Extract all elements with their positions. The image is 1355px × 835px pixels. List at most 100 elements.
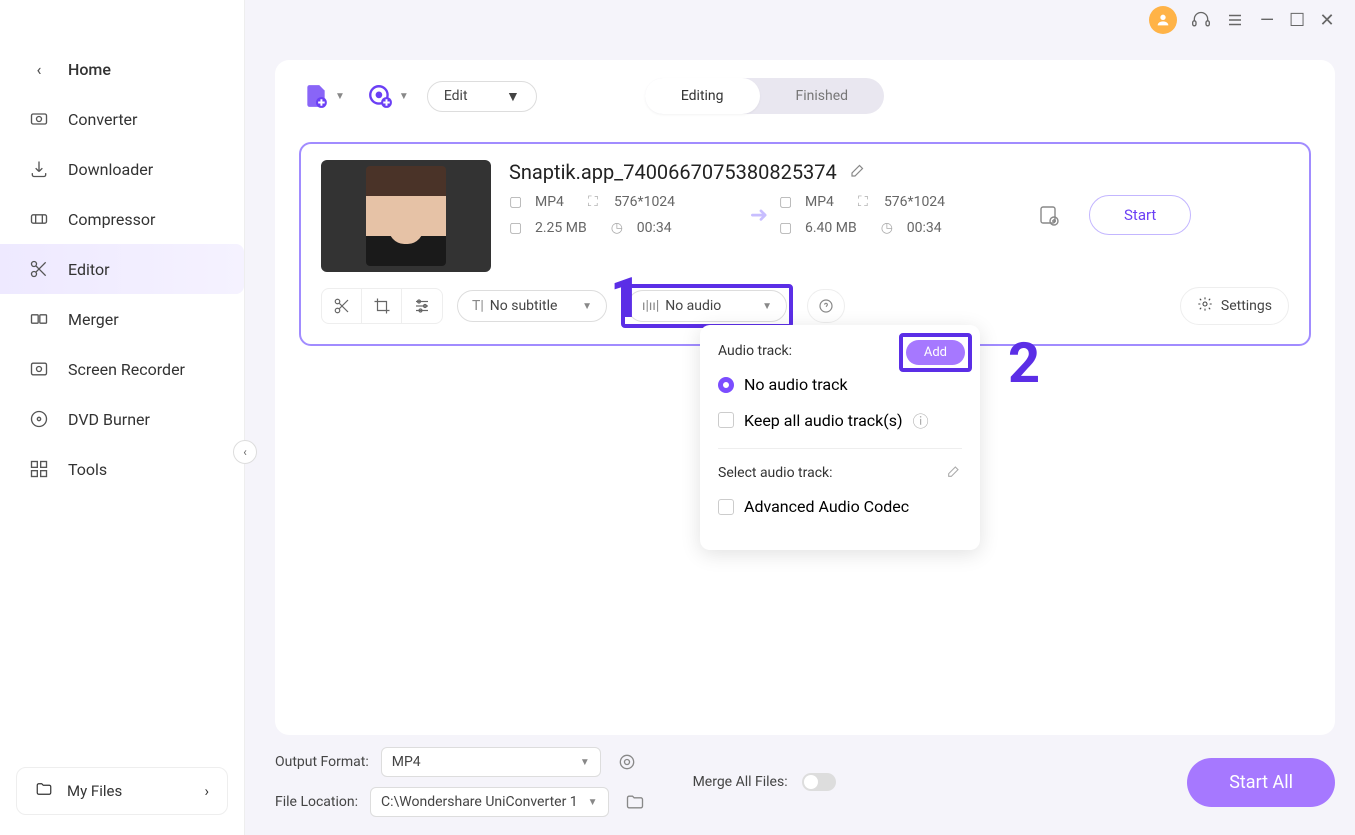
item-settings-button[interactable]: Settings bbox=[1180, 287, 1289, 325]
audio-track-label: Audio track: bbox=[718, 343, 792, 359]
advanced-audio-checkbox[interactable]: Advanced Audio Codec bbox=[718, 497, 962, 516]
avatar[interactable] bbox=[1149, 6, 1177, 34]
open-folder-button[interactable] bbox=[621, 788, 649, 816]
file-item: Snaptik.app_7400667075380825374 ▢MP4 ⛶57… bbox=[299, 142, 1311, 346]
menu-icon[interactable] bbox=[1225, 10, 1245, 30]
chevron-down-icon: ▼ bbox=[335, 91, 345, 102]
trim-button[interactable] bbox=[322, 289, 362, 323]
resolution-icon: ⛶ bbox=[858, 194, 876, 210]
subtitle-select[interactable]: T|No subtitle ▼ bbox=[457, 290, 607, 322]
video-icon: ▢ bbox=[779, 194, 797, 210]
adjust-button[interactable] bbox=[402, 289, 442, 323]
sidebar-item-label: Editor bbox=[68, 260, 109, 279]
sidebar-item-label: Compressor bbox=[68, 210, 155, 229]
divider bbox=[718, 448, 962, 449]
edit-name-button[interactable] bbox=[849, 160, 867, 184]
edit-mode-select[interactable]: Edit ▼ bbox=[427, 81, 537, 112]
collapse-sidebar-button[interactable]: ‹ bbox=[233, 440, 257, 464]
sidebar-item-label: Home bbox=[68, 60, 111, 79]
disc-icon bbox=[28, 408, 50, 430]
my-files-label: My Files bbox=[67, 782, 122, 800]
tab-editing[interactable]: Editing bbox=[645, 78, 760, 114]
output-format-select[interactable]: MP4 ▼ bbox=[381, 747, 601, 777]
merge-toggle[interactable] bbox=[802, 773, 836, 791]
sidebar-item-label: Tools bbox=[68, 460, 107, 479]
add-disc-icon bbox=[363, 79, 397, 113]
help-button[interactable] bbox=[807, 289, 845, 323]
output-settings-icon[interactable] bbox=[613, 748, 641, 776]
sidebar-item-screen-recorder[interactable]: Screen Recorder bbox=[0, 344, 244, 394]
output-format-label: Output Format: bbox=[275, 754, 369, 770]
close-button[interactable]: ✕ bbox=[1319, 12, 1335, 28]
sidebar-item-converter[interactable]: Converter bbox=[0, 94, 244, 144]
subtitle-icon: T| bbox=[472, 298, 484, 314]
help-icon[interactable]: ⓘ bbox=[913, 408, 929, 432]
merge-icon bbox=[28, 308, 50, 330]
download-icon bbox=[28, 158, 50, 180]
checkbox-icon bbox=[718, 412, 734, 428]
support-icon[interactable] bbox=[1191, 10, 1211, 30]
video-icon: ▢ bbox=[509, 194, 527, 210]
sidebar: ‹ Home Converter Downloader Compressor E… bbox=[0, 0, 245, 835]
sidebar-item-label: Converter bbox=[68, 110, 137, 129]
edit-icon[interactable] bbox=[946, 463, 962, 483]
chevron-right-icon: › bbox=[204, 782, 209, 800]
sidebar-item-dvd-burner[interactable]: DVD Burner bbox=[0, 394, 244, 444]
bottom-bar: Output Format: MP4 ▼ File Location: C:\W… bbox=[275, 747, 1335, 817]
chevron-down-icon: ▼ bbox=[588, 797, 598, 808]
add-audio-button[interactable]: Add bbox=[906, 340, 965, 365]
maximize-button[interactable]: ☐ bbox=[1289, 12, 1305, 28]
radio-selected-icon bbox=[718, 377, 734, 393]
clock-icon: ◷ bbox=[881, 220, 899, 236]
audio-track-panel: Audio track: Add No audio track Keep all… bbox=[700, 325, 980, 550]
grid-icon bbox=[28, 458, 50, 480]
sidebar-item-label: Downloader bbox=[68, 160, 153, 179]
gear-icon bbox=[1197, 296, 1213, 316]
keep-all-audio-checkbox[interactable]: Keep all audio track(s) ⓘ bbox=[718, 408, 962, 432]
compress-icon bbox=[28, 208, 50, 230]
add-file-button[interactable]: ▼ bbox=[299, 79, 345, 113]
chevron-down-icon: ▼ bbox=[762, 301, 772, 312]
tab-finished[interactable]: Finished bbox=[760, 78, 885, 114]
chevron-down-icon: ▼ bbox=[580, 757, 590, 768]
minimize-button[interactable]: — bbox=[1259, 12, 1275, 28]
output-settings-button[interactable] bbox=[1029, 203, 1069, 227]
video-thumbnail[interactable] bbox=[321, 160, 491, 272]
chevron-down-icon: ▼ bbox=[582, 301, 592, 312]
sidebar-item-merger[interactable]: Merger bbox=[0, 294, 244, 344]
converter-icon bbox=[28, 108, 50, 130]
record-icon bbox=[28, 358, 50, 380]
sidebar-item-compressor[interactable]: Compressor bbox=[0, 194, 244, 244]
edit-mode-label: Edit bbox=[444, 88, 468, 104]
folder-icon bbox=[35, 780, 53, 802]
merge-label: Merge All Files: bbox=[693, 774, 788, 790]
start-button[interactable]: Start bbox=[1089, 195, 1191, 235]
size-icon: ▢ bbox=[509, 220, 527, 236]
add-disc-button[interactable]: ▼ bbox=[363, 79, 409, 113]
sidebar-item-home[interactable]: ‹ Home bbox=[0, 44, 244, 94]
sidebar-item-label: Merger bbox=[68, 310, 119, 329]
checkbox-icon bbox=[718, 499, 734, 515]
chevron-left-icon: ‹ bbox=[28, 58, 50, 80]
sidebar-item-label: Screen Recorder bbox=[68, 360, 185, 379]
file-location-label: File Location: bbox=[275, 794, 358, 810]
sidebar-item-downloader[interactable]: Downloader bbox=[0, 144, 244, 194]
crop-button[interactable] bbox=[362, 289, 402, 323]
sidebar-item-label: DVD Burner bbox=[68, 410, 150, 429]
my-files-button[interactable]: My Files › bbox=[16, 767, 228, 815]
no-audio-option[interactable]: No audio track bbox=[718, 375, 962, 394]
resolution-icon: ⛶ bbox=[588, 194, 606, 210]
audio-select[interactable]: ı|ıı|No audio ▼ bbox=[627, 290, 787, 322]
arrow-icon: ➜ bbox=[739, 203, 779, 228]
chevron-down-icon: ▼ bbox=[506, 88, 520, 105]
chevron-down-icon: ▼ bbox=[399, 91, 409, 102]
file-name: Snaptik.app_7400667075380825374 bbox=[509, 160, 837, 184]
sidebar-item-editor[interactable]: Editor bbox=[0, 244, 244, 294]
scissors-icon bbox=[28, 258, 50, 280]
audio-icon: ı|ıı| bbox=[642, 298, 659, 314]
sidebar-item-tools[interactable]: Tools bbox=[0, 444, 244, 494]
start-all-button[interactable]: Start All bbox=[1187, 758, 1335, 807]
file-location-select[interactable]: C:\Wondershare UniConverter 1 ▼ bbox=[370, 787, 609, 817]
clock-icon: ◷ bbox=[611, 220, 629, 236]
size-icon: ▢ bbox=[779, 220, 797, 236]
